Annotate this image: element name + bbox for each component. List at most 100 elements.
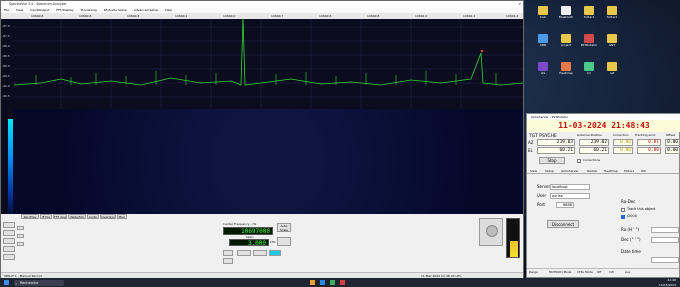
desktop-icon[interactable]: SDR [532,34,554,54]
app-icon[interactable] [340,280,345,285]
sdr-window: SpectraVue 3.x - Spectrum Analyzer ✕ Fil… [0,0,524,278]
desktop-icon-label: Calc [539,15,547,19]
date-input[interactable] [651,257,679,263]
desktop-icon-label: project [560,43,572,47]
span-display[interactable]: 3.000 [229,239,269,247]
port-label: Port [537,202,545,207]
az-offset-display: 0.00 [665,139,680,146]
waterfall-display[interactable] [14,109,523,214]
desktop-icon-label: Heatmap [559,71,573,75]
checkbox[interactable] [17,226,24,230]
ra-label: Ra (H ' ") [621,227,640,232]
tab-motors[interactable]: Motors [624,169,634,173]
step-button[interactable] [223,250,233,256]
step-button[interactable] [253,250,267,256]
active-step-button[interactable] [269,250,281,256]
server-input[interactable]: localhost [550,184,590,190]
small-button[interactable] [3,222,15,228]
db-label: -88.5 [2,54,10,58]
menu-rf[interactable]: RF/Audio Setup [104,8,127,12]
dec-label: Dec (° ' ") [621,237,641,242]
menu-processing[interactable]: Processing [81,8,97,12]
status-item: CW [609,270,614,274]
step-button[interactable] [237,250,251,256]
spectrum-button[interactable] [277,237,291,246]
knob-icon[interactable] [486,225,498,237]
stop-button[interactable]: Stop [539,157,565,164]
tab-ifpre[interactable]: IF Pre [40,214,52,219]
sdr-title-bar: SpectraVue 3.x - Spectrum Analyzer ✕ [1,1,523,8]
auto-scale-button[interactable]: Auto Scale [277,223,291,232]
menu-file[interactable]: File [4,8,9,12]
menu-advanced[interactable]: Advanced Setup [134,8,159,12]
span-unit: kHz [270,240,276,244]
search-box[interactable]: Recherche [14,279,64,286]
small-button[interactable] [3,238,15,244]
desktop-icon[interactable]: PSTRotator [578,34,600,54]
dec-input[interactable] [651,237,679,243]
tab-fftavg[interactable]: FFT Avg [53,214,67,219]
desktop-icon-label: PSTRotator [580,43,598,47]
j2000-label: J2000 [627,214,637,218]
center-freq-display[interactable]: 10697000 [223,227,273,235]
tab-wx[interactable]: WX [641,169,646,173]
tab-misc[interactable]: Misc [117,214,127,219]
user-input[interactable]: aurise [550,193,590,199]
close-icon[interactable]: ✕ [518,1,521,8]
tab-strip: Slew Setup AstroServer Radios Heatmap Mo… [527,168,679,174]
start-icon[interactable] [4,280,9,285]
explorer-icon[interactable] [310,280,315,285]
ra-input[interactable] [651,227,679,233]
app-icon[interactable] [330,280,335,285]
browser-icon[interactable] [320,280,325,285]
checkbox[interactable] [17,242,24,246]
az-target-display: 239.03 [537,139,575,146]
menu-io[interactable]: Input/Output [30,8,49,12]
menu-view[interactable]: View [16,8,23,12]
desktop-icon[interactable]: Heatmap [555,62,577,82]
tab-recplay[interactable]: Rec/Play [21,214,39,219]
direction-pad[interactable] [479,218,503,246]
desktop-icon[interactable]: ANT [601,34,623,54]
status-item: MOT0Q01 Mode [549,270,572,274]
tab-radios[interactable]: Radios [587,169,597,173]
port-input[interactable]: 8888 [556,202,574,208]
desktop-icon[interactable]: folder1 [578,6,600,26]
freq-label: 10690.8 [31,14,44,18]
step-button[interactable] [223,258,233,264]
menu-fft[interactable]: FFT/Display [56,8,73,12]
small-button[interactable] [3,246,15,252]
file-icon [561,62,571,71]
j2000-checkbox[interactable] [621,215,625,219]
tab-overlays[interactable]: Overlays [100,214,116,219]
tab-waterfall[interactable]: Waterfall [68,214,86,219]
tab-audio[interactable]: Audio [87,214,99,219]
menu-help[interactable]: Help [165,8,172,12]
freq-label: 10690.8 [367,14,380,18]
file-icon [561,34,571,43]
status-item: Range [529,270,538,274]
small-button[interactable] [3,230,15,236]
clock[interactable]: 21:48 11/03/2024 [659,278,676,287]
desktop-icon[interactable]: IQ [578,62,600,82]
track-checkbox[interactable] [621,208,625,212]
level-meter-fill [510,241,518,257]
desktop-icon-label: Bluetooth [558,15,574,19]
small-button[interactable] [3,254,15,260]
az-label: AZ [528,140,534,145]
desktop-icon[interactable]: folder2 [601,6,623,26]
tab-heatmap[interactable]: Heatmap [604,169,618,173]
desktop-icon[interactable]: ref [601,62,623,82]
tab-astroserver[interactable]: AstroServer [561,169,579,173]
desktop-icon[interactable]: project [555,34,577,54]
tab-slew[interactable]: Slew [530,169,537,173]
checkbox[interactable] [17,234,24,238]
desktop-icon[interactable]: Calc [532,6,554,26]
desktop-icon-label: folder2 [606,15,618,19]
corrections-checkbox[interactable] [577,159,581,163]
disconnect-button[interactable]: Disconnect [547,220,579,228]
desktop-icon[interactable]: GS [532,62,554,82]
taskbar: Recherche ⌕ 21:48 11/03/2024 [0,278,680,287]
desktop-icon[interactable]: Bluetooth [555,6,577,26]
tab-setup[interactable]: Setup [545,169,554,173]
